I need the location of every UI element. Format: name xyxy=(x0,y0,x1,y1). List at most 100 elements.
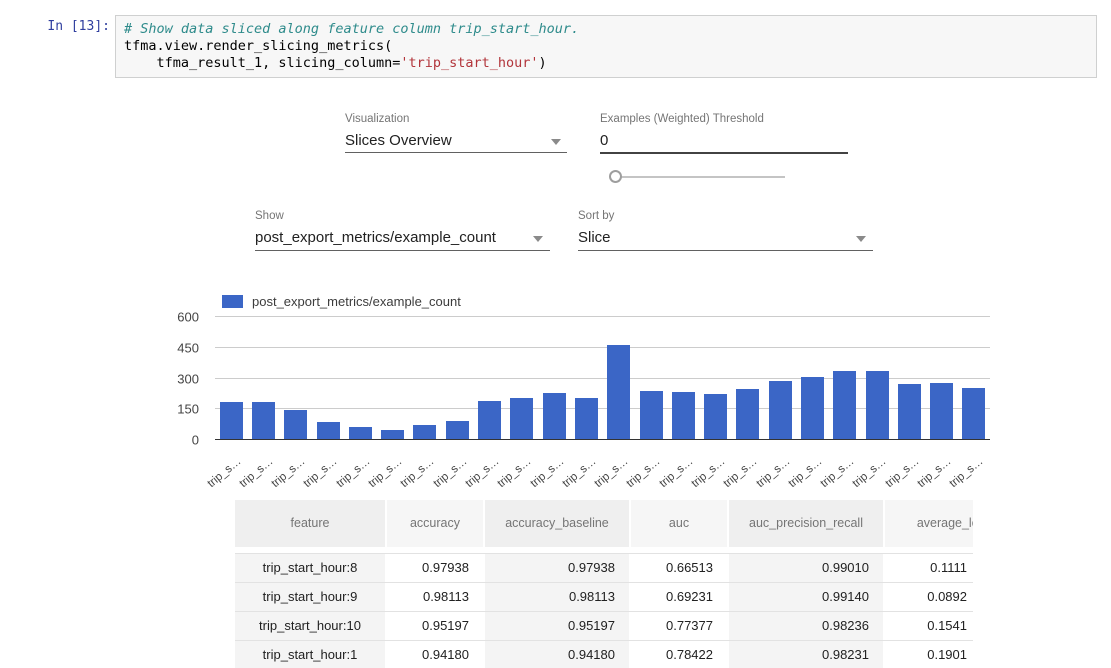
bar[interactable] xyxy=(736,389,759,440)
code-cell[interactable]: # Show data sliced along feature column … xyxy=(115,15,1097,78)
chevron-down-icon[interactable] xyxy=(856,236,866,242)
metric-cell: 0.98113 xyxy=(385,583,483,611)
feature-cell: trip_start_hour:8 xyxy=(235,554,385,582)
table-row[interactable]: trip_start_hour:100.951970.951970.773770… xyxy=(235,611,973,640)
threshold-input[interactable]: 0 xyxy=(600,132,608,149)
x-tick-slot: trip_s… xyxy=(215,441,247,475)
bar-slot xyxy=(829,317,861,440)
bar[interactable] xyxy=(607,345,630,440)
table-row[interactable]: trip_start_hour:10.941800.941800.784220.… xyxy=(235,640,973,668)
gridline xyxy=(215,439,990,440)
metrics-table-inner: featureaccuracyaccuracy_baselineaucauc_p… xyxy=(235,500,973,668)
x-tick-slot: trip_s… xyxy=(506,441,538,475)
bar-slot xyxy=(506,317,538,440)
code-line-2: tfma.view.render_slicing_metrics( xyxy=(124,38,1088,55)
x-tick-slot: trip_s… xyxy=(247,441,279,475)
bar[interactable] xyxy=(284,410,307,440)
bar-slot xyxy=(603,317,635,440)
bar[interactable] xyxy=(575,398,598,440)
metric-cell: 0.97938 xyxy=(483,554,629,582)
bar[interactable] xyxy=(413,425,436,440)
bar[interactable] xyxy=(543,393,566,440)
x-tick-slot: trip_s… xyxy=(603,441,635,475)
metric-cell: 0.69231 xyxy=(629,583,727,611)
metric-cell: 0.1111 xyxy=(883,554,973,582)
bar[interactable] xyxy=(898,384,921,440)
visualization-underline xyxy=(345,152,567,153)
x-tick-slot: trip_s… xyxy=(409,441,441,475)
bar[interactable] xyxy=(833,371,856,440)
metric-cell: 0.94180 xyxy=(385,641,483,668)
metric-cell: 0.98113 xyxy=(483,583,629,611)
bar[interactable] xyxy=(704,394,727,440)
column-header[interactable]: auc_precision_recall xyxy=(727,500,883,547)
bar[interactable] xyxy=(801,377,824,440)
table-row[interactable]: trip_start_hour:90.981130.981130.692310.… xyxy=(235,582,973,611)
x-tick-slot: trip_s… xyxy=(538,441,570,475)
metric-cell: 0.1541 xyxy=(883,612,973,640)
bar[interactable] xyxy=(962,388,985,440)
show-select[interactable]: post_export_metrics/example_count xyxy=(255,229,496,246)
code-line-comment: # Show data sliced along feature column … xyxy=(124,21,1088,38)
bar-slot xyxy=(570,317,602,440)
bar-chart xyxy=(215,317,990,440)
metric-cell: 0.66513 xyxy=(629,554,727,582)
bar[interactable] xyxy=(478,401,501,440)
bar-slot xyxy=(958,317,990,440)
chart-legend: post_export_metrics/example_count xyxy=(222,294,461,309)
metric-cell: 0.98231 xyxy=(727,641,883,668)
cell-prompt: In [13]: xyxy=(30,19,110,34)
code-line-3: tfma_result_1, slicing_column='trip_star… xyxy=(124,55,1088,72)
bar-slot xyxy=(473,317,505,440)
code-line-3-post: ) xyxy=(539,55,547,71)
column-header[interactable]: accuracy xyxy=(385,500,483,547)
metrics-table: featureaccuracyaccuracy_baselineaucauc_p… xyxy=(235,500,973,668)
metric-cell: 0.97938 xyxy=(385,554,483,582)
metric-cell: 0.99010 xyxy=(727,554,883,582)
show-label: Show xyxy=(255,210,284,222)
bar[interactable] xyxy=(866,371,889,440)
bar[interactable] xyxy=(252,402,275,440)
code-comment: # Show data sliced along feature column … xyxy=(124,21,579,37)
sort-by-select[interactable]: Slice xyxy=(578,229,611,246)
bar-slot xyxy=(247,317,279,440)
bar[interactable] xyxy=(769,381,792,440)
visualization-label: Visualization xyxy=(345,113,409,125)
threshold-slider-handle[interactable] xyxy=(609,170,622,183)
metric-cell: 0.99140 xyxy=(727,583,883,611)
column-header[interactable]: feature xyxy=(235,500,385,547)
y-tick-label: 0 xyxy=(192,433,199,448)
column-header[interactable]: average_loss xyxy=(883,500,973,547)
table-row[interactable]: trip_start_hour:80.979380.979380.665130.… xyxy=(235,553,973,582)
bar[interactable] xyxy=(672,392,695,440)
metric-cell: 0.98236 xyxy=(727,612,883,640)
column-header[interactable]: accuracy_baseline xyxy=(483,500,629,547)
y-tick-label: 600 xyxy=(177,310,199,325)
x-tick-slot: trip_s… xyxy=(441,441,473,475)
chart-y-axis: 0150300450600 xyxy=(160,317,207,440)
chevron-down-icon[interactable] xyxy=(533,236,543,242)
metric-cell: 0.78422 xyxy=(629,641,727,668)
bar-slot xyxy=(376,317,408,440)
feature-cell: trip_start_hour:1 xyxy=(235,641,385,668)
bar-slot xyxy=(893,317,925,440)
x-tick-slot: trip_s… xyxy=(732,441,764,475)
x-tick-slot: trip_s… xyxy=(926,441,958,475)
column-header[interactable]: auc xyxy=(629,500,727,547)
x-tick-slot: trip_s… xyxy=(796,441,828,475)
chevron-down-icon[interactable] xyxy=(551,139,561,145)
feature-cell: trip_start_hour:10 xyxy=(235,612,385,640)
x-tick-slot: trip_s… xyxy=(570,441,602,475)
bar-slot xyxy=(344,317,376,440)
bar[interactable] xyxy=(220,402,243,440)
bar[interactable] xyxy=(930,383,953,440)
bar-slot xyxy=(441,317,473,440)
x-tick-slot: trip_s… xyxy=(699,441,731,475)
bar[interactable] xyxy=(317,422,340,440)
bar[interactable] xyxy=(446,421,469,440)
threshold-slider-track[interactable] xyxy=(612,176,785,178)
bar[interactable] xyxy=(510,398,533,440)
x-tick-slot: trip_s… xyxy=(861,441,893,475)
bar[interactable] xyxy=(640,391,663,440)
visualization-select[interactable]: Slices Overview xyxy=(345,132,452,149)
